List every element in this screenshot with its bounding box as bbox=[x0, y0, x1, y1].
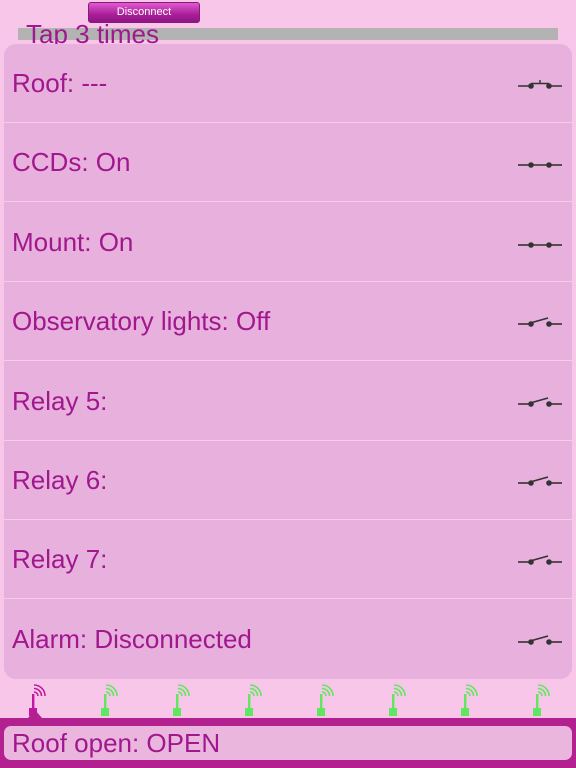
relay-row[interactable]: Mount: On bbox=[4, 203, 572, 282]
selected-indicator bbox=[28, 710, 42, 718]
antenna-icon[interactable] bbox=[169, 682, 193, 716]
relay-row[interactable]: Relay 5: bbox=[4, 362, 572, 441]
relay-row[interactable]: Alarm: Disconnected bbox=[4, 600, 572, 679]
antenna-icon[interactable] bbox=[313, 682, 337, 716]
relay-label: Relay 7: bbox=[12, 544, 108, 574]
antenna-icon[interactable] bbox=[529, 682, 553, 716]
antenna-icon[interactable] bbox=[97, 682, 121, 716]
relay-row[interactable]: Relay 7: bbox=[4, 520, 572, 599]
relay-row[interactable]: Observatory lights: Off bbox=[4, 282, 572, 361]
relay-label: Roof: --- bbox=[12, 68, 108, 98]
switch-open-icon[interactable] bbox=[516, 392, 564, 412]
switch-closed-icon[interactable] bbox=[516, 233, 564, 253]
relay-label: Relay 5: bbox=[12, 386, 108, 416]
switch-open-icon[interactable] bbox=[516, 471, 564, 491]
relay-label: Observatory lights: Off bbox=[12, 306, 271, 336]
relay-row[interactable]: Roof: --- bbox=[4, 44, 572, 123]
switch-closed-icon[interactable] bbox=[516, 153, 564, 173]
switch-open-icon[interactable] bbox=[516, 630, 564, 650]
status-text: Roof open: OPEN bbox=[4, 726, 572, 760]
antenna-icon[interactable] bbox=[241, 682, 265, 716]
relay-label: Relay 6: bbox=[12, 465, 108, 495]
relay-row[interactable]: CCDs: On bbox=[4, 123, 572, 202]
relay-label: Alarm: Disconnected bbox=[12, 624, 252, 654]
status-bar: Roof open: OPEN bbox=[0, 718, 576, 768]
relay-row[interactable]: Relay 6: bbox=[4, 441, 572, 520]
top-bar: Disconnect Tap 3 times bbox=[0, 0, 576, 49]
relay-label: CCDs: On bbox=[12, 147, 131, 177]
antenna-icon[interactable] bbox=[457, 682, 481, 716]
device-selector bbox=[0, 680, 576, 718]
switch-open-icon[interactable] bbox=[516, 550, 564, 570]
relay-list: Roof: --- CCDs: On Mount: On Observatory li… bbox=[4, 44, 572, 679]
switch-open-icon[interactable] bbox=[516, 312, 564, 332]
relay-label: Mount: On bbox=[12, 227, 134, 257]
antenna-icon[interactable] bbox=[385, 682, 409, 716]
switch-unknown-icon[interactable] bbox=[516, 74, 564, 94]
